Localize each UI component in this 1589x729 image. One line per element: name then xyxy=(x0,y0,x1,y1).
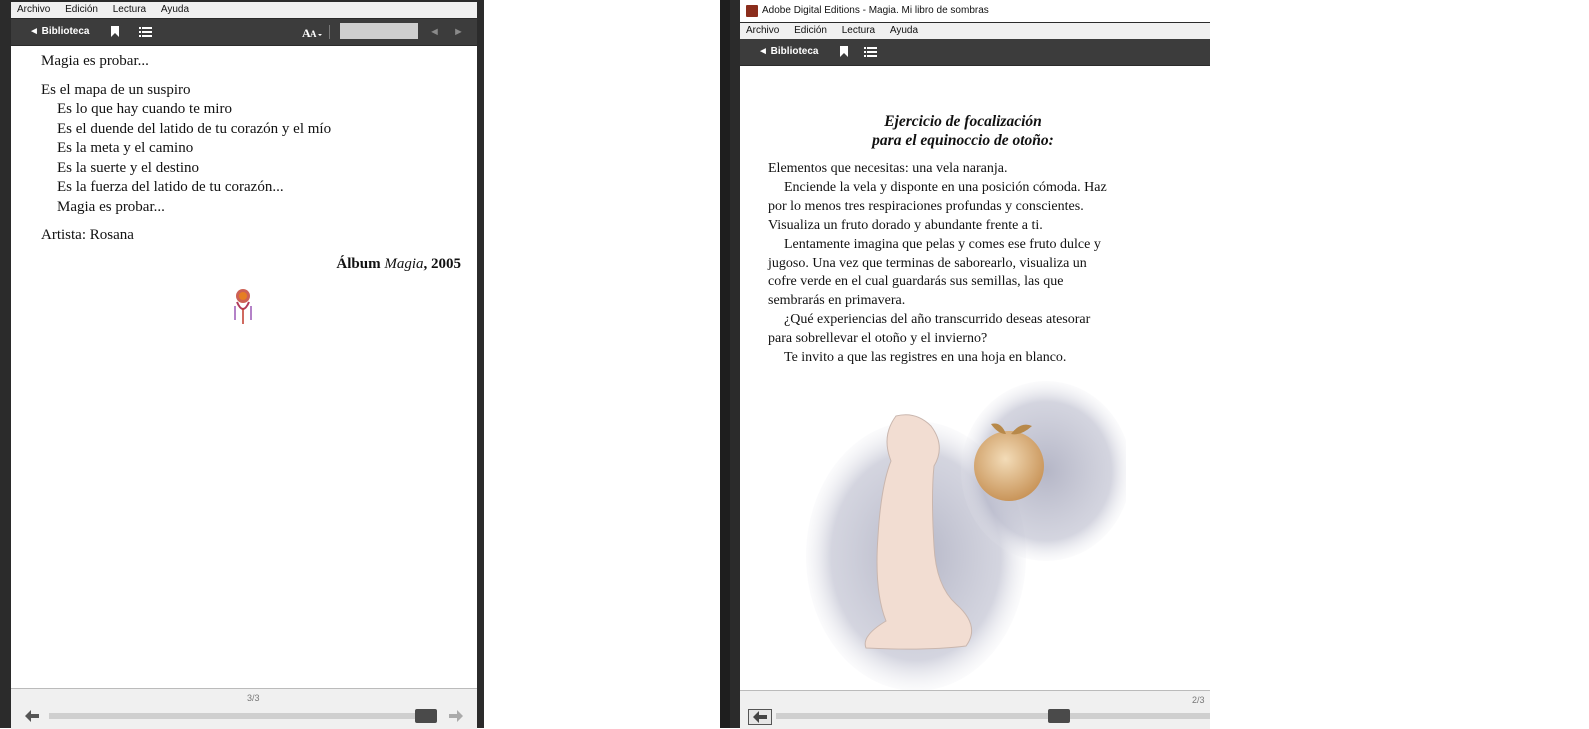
font-size-icon[interactable]: AA xyxy=(302,26,322,41)
menu-bar: Archivo Edición Lectura Ayuda xyxy=(11,2,477,18)
menu-archivo[interactable]: Archivo xyxy=(17,2,50,18)
toc-icon[interactable] xyxy=(139,27,152,40)
exercise-line: jugoso. Una vez que terminas de saborear… xyxy=(768,255,1087,271)
svg-text:A: A xyxy=(310,29,317,38)
exercise-heading: Ejercicio de focalización para el equino… xyxy=(740,112,1186,150)
reading-pane: Magia es probar... Es el mapa de un susp… xyxy=(11,46,477,688)
toolbar-divider xyxy=(329,25,330,39)
bottom-bar: 3/3 xyxy=(11,688,477,729)
page-indicator: 3/3 xyxy=(247,693,260,703)
exercise-line: Lentamente imagina que pelas y comes ese… xyxy=(784,236,1101,252)
menu-edicion[interactable]: Edición xyxy=(794,23,827,39)
library-button[interactable]: ◄ Biblioteca xyxy=(758,39,818,65)
exercise-line: Elementos que necesitas: una vela naranj… xyxy=(768,161,1008,176)
prev-page-icon[interactable]: ◄ xyxy=(429,19,440,45)
next-page-icon[interactable]: ► xyxy=(453,19,464,45)
reader-window-right: Adobe Digital Editions - Magia. Mi libro… xyxy=(730,0,1210,729)
poem-content: Magia es probar... Es el mapa de un susp… xyxy=(41,52,461,274)
app-icon xyxy=(746,5,758,17)
library-button[interactable]: ◄ Biblioteca xyxy=(29,19,89,45)
poem-line: Es la fuerza del latido de tu corazón... xyxy=(57,179,284,195)
album-line: Álbum Magia, 2005 xyxy=(336,255,461,272)
menu-lectura[interactable]: Lectura xyxy=(113,2,146,18)
search-input[interactable] xyxy=(340,23,418,39)
background-code-strip xyxy=(720,0,730,728)
bottom-bar: 2/3 xyxy=(740,690,1210,729)
page-indicator: 2/3 xyxy=(1192,695,1205,705)
menu-ayuda[interactable]: Ayuda xyxy=(890,23,918,39)
poem-line: Es lo que hay cuando te miro xyxy=(57,101,232,117)
poem-line: Magia es probar... xyxy=(57,198,165,215)
decorative-ornament xyxy=(229,286,257,331)
back-arrow-icon[interactable] xyxy=(748,709,772,725)
bookmark-icon[interactable] xyxy=(111,26,119,37)
toolbar: ◄ Biblioteca AA ◄ ► xyxy=(11,19,477,45)
exercise-line: cofre verde en el cual guardarás sus sem… xyxy=(768,274,1064,290)
progress-track[interactable] xyxy=(49,713,437,719)
poem-line: Es la suerte y el destino xyxy=(57,159,200,176)
progress-thumb[interactable] xyxy=(415,709,437,723)
poem-line: Es la meta y el camino xyxy=(57,140,194,156)
reader-window-left: Archivo Edición Lectura Ayuda ◄ Bibliote… xyxy=(0,0,484,729)
exercise-text: Elementos que necesitas: una vela naranj… xyxy=(768,160,1188,368)
artist-line: Artista: Rosana xyxy=(41,227,134,243)
exercise-line: para sobrellevar el otoño y el invierno? xyxy=(768,331,988,347)
exercise-line: por lo menos tres respiraciones profunda… xyxy=(768,198,1084,214)
back-arrow-icon[interactable] xyxy=(25,709,39,727)
progress-thumb[interactable] xyxy=(1048,709,1070,723)
heading-line: Ejercicio de focalización xyxy=(884,113,1042,130)
exercise-line: Te invito a que las registres en una hoj… xyxy=(784,350,1067,366)
menu-bar: Archivo Edición Lectura Ayuda xyxy=(740,23,1210,39)
menu-archivo[interactable]: Archivo xyxy=(746,23,779,39)
toc-icon[interactable] xyxy=(864,47,877,60)
menu-ayuda[interactable]: Ayuda xyxy=(161,2,189,18)
illustration-meditation xyxy=(806,376,1131,695)
bookmark-icon[interactable] xyxy=(840,46,848,60)
forward-arrow-icon[interactable] xyxy=(449,709,463,727)
window-title: Adobe Digital Editions - Magia. Mi libro… xyxy=(762,5,989,16)
toolbar: ◄ Biblioteca xyxy=(740,39,1210,65)
title-bar: Adobe Digital Editions - Magia. Mi libro… xyxy=(740,0,1210,22)
poem-line: Es el mapa de un suspiro xyxy=(41,81,191,98)
exercise-line: sembrarás en primavera. xyxy=(768,293,906,309)
menu-edicion[interactable]: Edición xyxy=(65,2,98,18)
poem-line: Es el duende del latido de tu corazón y … xyxy=(57,120,332,137)
exercise-line: ¿Qué experiencias del año transcurrido d… xyxy=(784,312,1091,328)
menu-lectura[interactable]: Lectura xyxy=(842,23,875,39)
heading-line: para el equinoccio de otoño: xyxy=(872,132,1054,149)
reading-pane: Ejercicio de focalización para el equino… xyxy=(740,66,1210,691)
progress-track[interactable] xyxy=(776,713,1210,719)
exercise-line: Enciende la vela y disponte en una posic… xyxy=(784,179,1107,195)
poem-line: Magia es probar... xyxy=(41,53,149,69)
exercise-line: Visualiza un fruto dorado y abundante fr… xyxy=(768,217,1043,233)
